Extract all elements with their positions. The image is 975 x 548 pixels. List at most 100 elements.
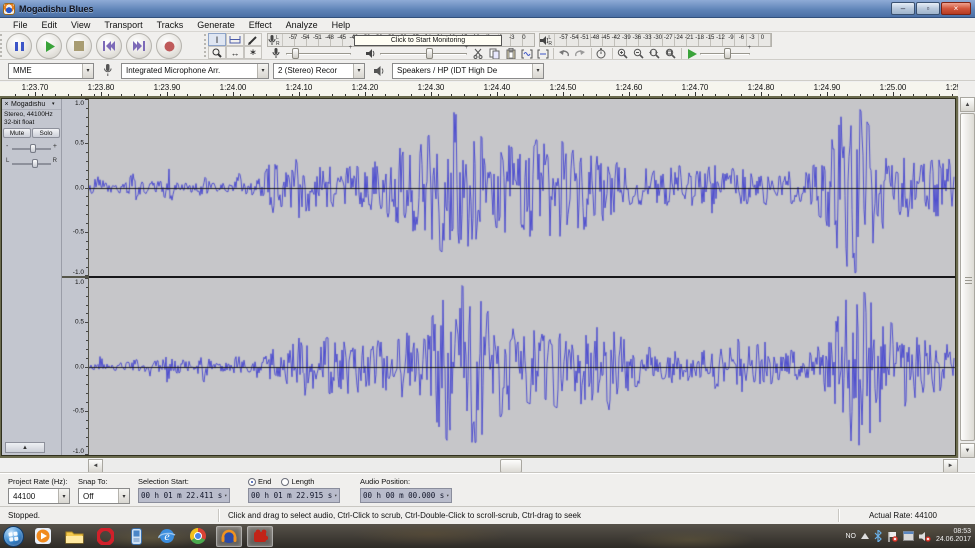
waveform-right-channel[interactable] xyxy=(89,278,955,455)
play-at-speed-button[interactable] xyxy=(684,47,700,60)
menu-effect[interactable]: Effect xyxy=(242,20,279,30)
waveform-canvas-left[interactable] xyxy=(89,99,955,276)
menu-edit[interactable]: Edit xyxy=(35,20,65,30)
stop-button[interactable] xyxy=(66,33,92,59)
menu-view[interactable]: View xyxy=(64,20,97,30)
audio-host-select[interactable]: MME▾ xyxy=(8,63,94,79)
scroll-down-icon[interactable]: ▼ xyxy=(960,443,975,458)
input-channels-select[interactable]: 2 (Stereo) Recor▾ xyxy=(273,63,365,79)
mute-button[interactable]: Mute xyxy=(3,128,31,138)
taskbar-opera-icon[interactable] xyxy=(92,526,118,547)
skip-to-start-button[interactable] xyxy=(96,33,122,59)
cut-button[interactable] xyxy=(470,47,486,60)
sync-lock-button[interactable] xyxy=(593,47,609,60)
input-device-select[interactable]: Integrated Microphone Arr.▾ xyxy=(121,63,269,79)
scroll-right-icon[interactable]: ► xyxy=(943,459,958,473)
gain-slider[interactable]: - + xyxy=(6,143,57,155)
taskbar-audacity-icon[interactable] xyxy=(216,526,242,547)
horizontal-scroll-thumb[interactable] xyxy=(500,459,522,473)
output-device-select[interactable]: Speakers / HP (IDT High De▾ xyxy=(392,63,544,79)
solo-button[interactable]: Solo xyxy=(32,128,60,138)
track-close-icon[interactable]: × xyxy=(2,101,11,108)
waveform-left-channel[interactable] xyxy=(89,99,955,276)
volume-muted-icon[interactable] xyxy=(919,531,931,542)
tray-expand-icon[interactable] xyxy=(861,533,869,539)
zoom-tool-button[interactable] xyxy=(208,46,226,59)
maximize-button[interactable]: ▫ xyxy=(916,2,940,15)
fit-project-button[interactable] xyxy=(663,47,679,60)
tray-window-icon[interactable] xyxy=(903,531,914,541)
pan-slider[interactable]: L R xyxy=(6,158,57,170)
waveform-canvas-right[interactable] xyxy=(89,278,955,455)
bluetooth-icon[interactable] xyxy=(874,530,882,542)
project-rate-select[interactable]: 44100▾ xyxy=(8,488,70,504)
play-speed-slider[interactable]: + xyxy=(700,48,750,59)
output-volume-slider[interactable]: + xyxy=(380,48,467,59)
selection-tool-button[interactable]: I xyxy=(208,33,226,46)
menu-help[interactable]: Help xyxy=(325,20,358,30)
record-button[interactable] xyxy=(156,33,182,59)
multi-tool-button[interactable]: ∗ xyxy=(244,46,262,59)
zoom-out-button[interactable] xyxy=(631,47,647,60)
length-radio[interactable]: Length xyxy=(281,477,314,486)
envelope-tool-button[interactable] xyxy=(226,33,244,46)
language-indicator[interactable]: NO xyxy=(845,533,856,540)
undo-button[interactable] xyxy=(556,47,572,60)
recording-meter[interactable]: LR -57-54-51-48-45-42-39-36-33-30-27-24-… xyxy=(267,33,535,47)
taskbar-chrome-icon[interactable] xyxy=(185,526,211,547)
scroll-left-icon[interactable]: ◄ xyxy=(88,459,103,473)
pause-button[interactable] xyxy=(6,33,32,59)
horizontal-scrollbar[interactable]: ◄ ► xyxy=(88,459,958,473)
clock[interactable]: 08:53 24.06.2017 xyxy=(936,528,971,544)
audio-position-field[interactable]: 00 h 00 m 00.000 s▾ xyxy=(360,488,452,503)
menu-tracks[interactable]: Tracks xyxy=(150,20,191,30)
menu-generate[interactable]: Generate xyxy=(190,20,242,30)
selection-start-field[interactable]: 00 h 01 m 22.411 s▾ xyxy=(138,488,230,503)
input-volume-slider[interactable]: + xyxy=(286,48,351,59)
minimize-button[interactable]: – xyxy=(891,2,915,15)
menu-file[interactable]: File xyxy=(6,20,35,30)
play-button[interactable] xyxy=(36,33,62,59)
vertical-ruler-left-channel[interactable]: 1.00.50.0-0.5-1.0 xyxy=(62,99,88,276)
title-bar[interactable]: Mogadishu Blues – ▫ × xyxy=(0,0,975,18)
redo-button[interactable] xyxy=(572,47,588,60)
taskbar: e NO 08:53 24.06.2017 xyxy=(0,524,975,548)
copy-button[interactable] xyxy=(486,47,502,60)
track-menu-chevron-icon[interactable]: ▾ xyxy=(52,101,61,107)
scroll-up-icon[interactable]: ▲ xyxy=(960,97,975,112)
taskbar-plugin-icon[interactable] xyxy=(247,526,273,547)
monitor-tooltip[interactable]: Click to Start Monitoring xyxy=(354,35,502,46)
track-collapse-button[interactable]: ▲ xyxy=(5,442,45,453)
fit-selection-button[interactable] xyxy=(647,47,663,60)
playback-meter[interactable]: LR -57-54-51-48-45-42-39-36-33-30-27-24-… xyxy=(539,33,772,47)
amplitude-label: -0.5 xyxy=(73,228,84,235)
action-center-flag-icon[interactable] xyxy=(887,531,898,542)
menu-analyze[interactable]: Analyze xyxy=(279,20,325,30)
menu-transport[interactable]: Transport xyxy=(97,20,149,30)
close-button[interactable]: × xyxy=(941,2,971,15)
selection-end-field[interactable]: 00 h 01 m 22.915 s▾ xyxy=(248,488,340,503)
timeline-ruler[interactable]: 1:23.701:23.801:23.901:24.001:24.101:24.… xyxy=(0,82,958,97)
taskbar-phone-suite-icon[interactable] xyxy=(123,526,149,547)
draw-tool-button[interactable] xyxy=(244,33,262,46)
taskbar-internet-explorer-icon[interactable]: e xyxy=(154,526,180,547)
end-radio[interactable]: End xyxy=(248,477,271,486)
vertical-ruler-right-channel[interactable]: 1.00.50.0-0.5-1.0 xyxy=(62,278,88,455)
status-state: Stopped. xyxy=(8,509,40,522)
paste-button[interactable] xyxy=(502,47,518,60)
amplitude-label: -1.0 xyxy=(73,448,84,455)
toolbar-grip[interactable] xyxy=(0,34,4,57)
chevron-down-icon: ▾ xyxy=(82,64,93,78)
taskbar-media-player-icon[interactable] xyxy=(30,526,56,547)
trim-audio-button[interactable] xyxy=(519,47,535,60)
timeshift-tool-button[interactable]: ↔ xyxy=(226,46,244,59)
skip-to-end-button[interactable] xyxy=(126,33,152,59)
vertical-scroll-thumb[interactable] xyxy=(960,113,975,441)
vertical-scrollbar[interactable]: ▲ ▼ xyxy=(958,97,975,458)
track-name[interactable]: Mogadishu xyxy=(11,101,52,108)
zoom-in-button[interactable] xyxy=(614,47,630,60)
taskbar-explorer-icon[interactable] xyxy=(61,526,87,547)
silence-audio-button[interactable] xyxy=(535,47,551,60)
snap-to-select[interactable]: Off▾ xyxy=(78,488,130,504)
start-button[interactable] xyxy=(3,526,24,547)
